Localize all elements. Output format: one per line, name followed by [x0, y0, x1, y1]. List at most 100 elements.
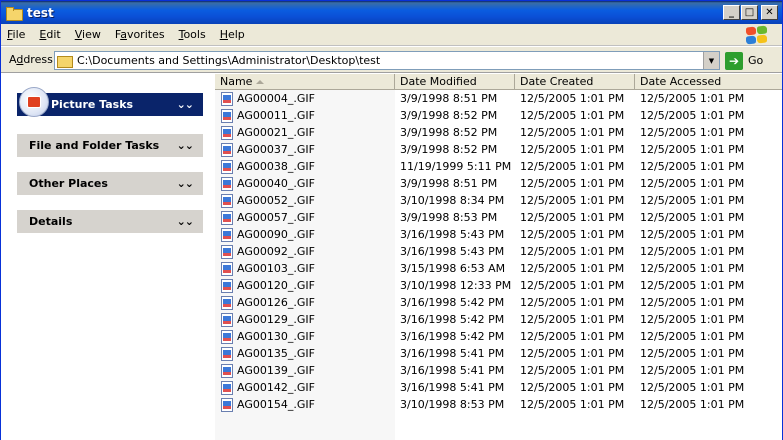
file-name-cell: AG00139_.GIF — [215, 363, 395, 378]
file-name-cell: AG00040_.GIF — [215, 176, 395, 191]
menu-favorites[interactable]: Favorites — [109, 28, 173, 41]
date-modified-cell: 3/16/1998 5:41 PM — [400, 381, 505, 394]
title-bar[interactable]: test _ □ ✕ — [1, 1, 782, 24]
date-modified-cell: 3/9/1998 8:52 PM — [400, 143, 498, 156]
chevron-down-icon: ▼ — [708, 56, 715, 65]
file-name-cell: AG00004_.GIF — [215, 91, 395, 106]
date-created-cell: 12/5/2005 1:01 PM — [520, 330, 625, 343]
minimize-button[interactable]: _ — [723, 5, 740, 20]
file-name: AG00037_.GIF — [237, 143, 315, 156]
date-created-cell: 12/5/2005 1:01 PM — [520, 211, 625, 224]
column-header-date-accessed[interactable]: Date Accessed — [635, 74, 782, 90]
table-row[interactable]: AG00011_.GIF 3/9/1998 8:52 PM 12/5/2005 1:… — [215, 107, 782, 124]
date-created-cell: 12/5/2005 1:01 PM — [520, 194, 625, 207]
file-name: AG00004_.GIF — [237, 92, 315, 105]
chevron-down-icon: ⌄⌄ — [176, 139, 194, 152]
close-icon: ✕ — [765, 6, 774, 18]
maximize-button[interactable]: □ — [741, 5, 758, 20]
date-created-cell: 12/5/2005 1:01 PM — [520, 279, 625, 292]
file-name-cell: AG00135_.GIF — [215, 346, 395, 361]
file-name: AG00057_.GIF — [237, 211, 315, 224]
table-row[interactable]: AG00057_.GIF 3/9/1998 8:53 PM 12/5/2005 1:… — [215, 209, 782, 226]
gif-file-icon — [221, 312, 233, 327]
date-created-cell: 12/5/2005 1:01 PM — [520, 313, 625, 326]
file-name: AG00126_.GIF — [237, 296, 315, 309]
table-row[interactable]: AG00037_.GIF 3/9/1998 8:52 PM 12/5/2005 1:… — [215, 141, 782, 158]
file-name-cell: AG00130_.GIF — [215, 329, 395, 344]
column-header-date-created[interactable]: Date Created — [515, 74, 635, 90]
column-header-name[interactable]: Name — [215, 74, 395, 90]
date-modified-cell: 3/9/1998 8:52 PM — [400, 109, 498, 122]
folder-icon — [6, 6, 23, 21]
gif-file-icon — [221, 380, 233, 395]
date-accessed-cell: 12/5/2005 1:01 PM — [640, 279, 745, 292]
picture-tasks-header[interactable]: Picture Tasks ⌄⌄ — [17, 87, 203, 117]
table-row[interactable]: AG00090_.GIF 3/16/1998 5:43 PM 12/5/2005 1… — [215, 226, 782, 243]
gif-file-icon — [221, 397, 233, 412]
details-header[interactable]: Details ⌄⌄ — [17, 210, 203, 233]
file-name-cell: AG00142_.GIF — [215, 380, 395, 395]
date-created-cell: 12/5/2005 1:01 PM — [520, 143, 625, 156]
address-dropdown-button[interactable]: ▼ — [703, 52, 719, 69]
menu-view[interactable]: View — [69, 28, 109, 41]
file-name: AG00011_.GIF — [237, 109, 315, 122]
gif-file-icon — [221, 193, 233, 208]
menu-tools[interactable]: Tools — [173, 28, 214, 41]
file-folder-tasks-header[interactable]: File and Folder Tasks ⌄⌄ — [17, 134, 203, 157]
date-modified-cell: 3/16/1998 5:43 PM — [400, 245, 505, 258]
file-name-cell: AG00154_.GIF — [215, 397, 395, 412]
table-row[interactable]: AG00092_.GIF 3/16/1998 5:43 PM 12/5/2005 1… — [215, 243, 782, 260]
address-input[interactable]: C:\Documents and Settings\Administrator\… — [54, 51, 720, 70]
menu-file[interactable]: File — [1, 28, 33, 41]
date-created-cell: 12/5/2005 1:01 PM — [520, 109, 625, 122]
table-row[interactable]: AG00142_.GIF 3/16/1998 5:41 PM 12/5/2005 1… — [215, 379, 782, 396]
table-row[interactable]: AG00004_.GIF 3/9/1998 8:51 PM 12/5/2005 1:… — [215, 90, 782, 107]
date-accessed-cell: 12/5/2005 1:01 PM — [640, 228, 745, 241]
date-modified-cell: 3/16/1998 5:43 PM — [400, 228, 505, 241]
table-row[interactable]: AG00129_.GIF 3/16/1998 5:42 PM 12/5/2005 1… — [215, 311, 782, 328]
table-row[interactable]: AG00052_.GIF 3/10/1998 8:34 PM 12/5/2005 1… — [215, 192, 782, 209]
date-modified-cell: 3/10/1998 8:34 PM — [400, 194, 505, 207]
table-row[interactable]: AG00126_.GIF 3/16/1998 5:42 PM 12/5/2005 1… — [215, 294, 782, 311]
address-bar: Address C:\Documents and Settings\Admini… — [1, 47, 782, 73]
gif-file-icon — [221, 295, 233, 310]
file-name-cell: AG00120_.GIF — [215, 278, 395, 293]
go-button[interactable]: ➔ Go — [725, 51, 777, 70]
gif-file-icon — [221, 244, 233, 259]
file-name-cell: AG00129_.GIF — [215, 312, 395, 327]
file-name: AG00103_.GIF — [237, 262, 315, 275]
chevron-down-icon: ⌄⌄ — [176, 98, 194, 111]
column-header-date-modified[interactable]: Date Modified — [395, 74, 515, 90]
gif-file-icon — [221, 159, 233, 174]
date-accessed-cell: 12/5/2005 1:01 PM — [640, 313, 745, 326]
file-name-cell: AG00038_.GIF — [215, 159, 395, 174]
table-row[interactable]: AG00103_.GIF 3/15/1998 6:53 AM 12/5/2005 1… — [215, 260, 782, 277]
date-accessed-cell: 12/5/2005 1:01 PM — [640, 143, 745, 156]
table-row[interactable]: AG00038_.GIF 11/19/1999 5:11 PM 12/5/2005 … — [215, 158, 782, 175]
explorer-window: test _ □ ✕ File Edit View Favorites Tool… — [0, 0, 783, 440]
table-row[interactable]: AG00135_.GIF 3/16/1998 5:41 PM 12/5/2005 1… — [215, 345, 782, 362]
file-name: AG00040_.GIF — [237, 177, 315, 190]
table-row[interactable]: AG00040_.GIF 3/9/1998 8:51 PM 12/5/2005 1:… — [215, 175, 782, 192]
date-accessed-cell: 12/5/2005 1:01 PM — [640, 296, 745, 309]
file-name-cell: AG00037_.GIF — [215, 142, 395, 157]
date-created-cell: 12/5/2005 1:01 PM — [520, 245, 625, 258]
other-places-header[interactable]: Other Places ⌄⌄ — [17, 172, 203, 195]
menu-edit[interactable]: Edit — [33, 28, 68, 41]
file-name-cell: AG00011_.GIF — [215, 108, 395, 123]
date-modified-cell: 3/10/1998 8:53 PM — [400, 398, 505, 411]
date-modified-cell: 3/16/1998 5:42 PM — [400, 330, 505, 343]
date-modified-cell: 3/9/1998 8:53 PM — [400, 211, 498, 224]
gif-file-icon — [221, 278, 233, 293]
file-name-cell: AG00103_.GIF — [215, 261, 395, 276]
table-row[interactable]: AG00120_.GIF 3/10/1998 12:33 PM 12/5/2005 … — [215, 277, 782, 294]
file-name: AG00090_.GIF — [237, 228, 315, 241]
table-row[interactable]: AG00154_.GIF 3/10/1998 8:53 PM 12/5/2005 1… — [215, 396, 782, 413]
close-button[interactable]: ✕ — [761, 5, 778, 20]
date-modified-cell: 3/9/1998 8:52 PM — [400, 126, 498, 139]
table-row[interactable]: AG00139_.GIF 3/16/1998 5:41 PM 12/5/2005 1… — [215, 362, 782, 379]
table-row[interactable]: AG00130_.GIF 3/16/1998 5:42 PM 12/5/2005 1… — [215, 328, 782, 345]
file-name: AG00021_.GIF — [237, 126, 315, 139]
table-row[interactable]: AG00021_.GIF 3/9/1998 8:52 PM 12/5/2005 1:… — [215, 124, 782, 141]
menu-help[interactable]: Help — [214, 28, 253, 41]
